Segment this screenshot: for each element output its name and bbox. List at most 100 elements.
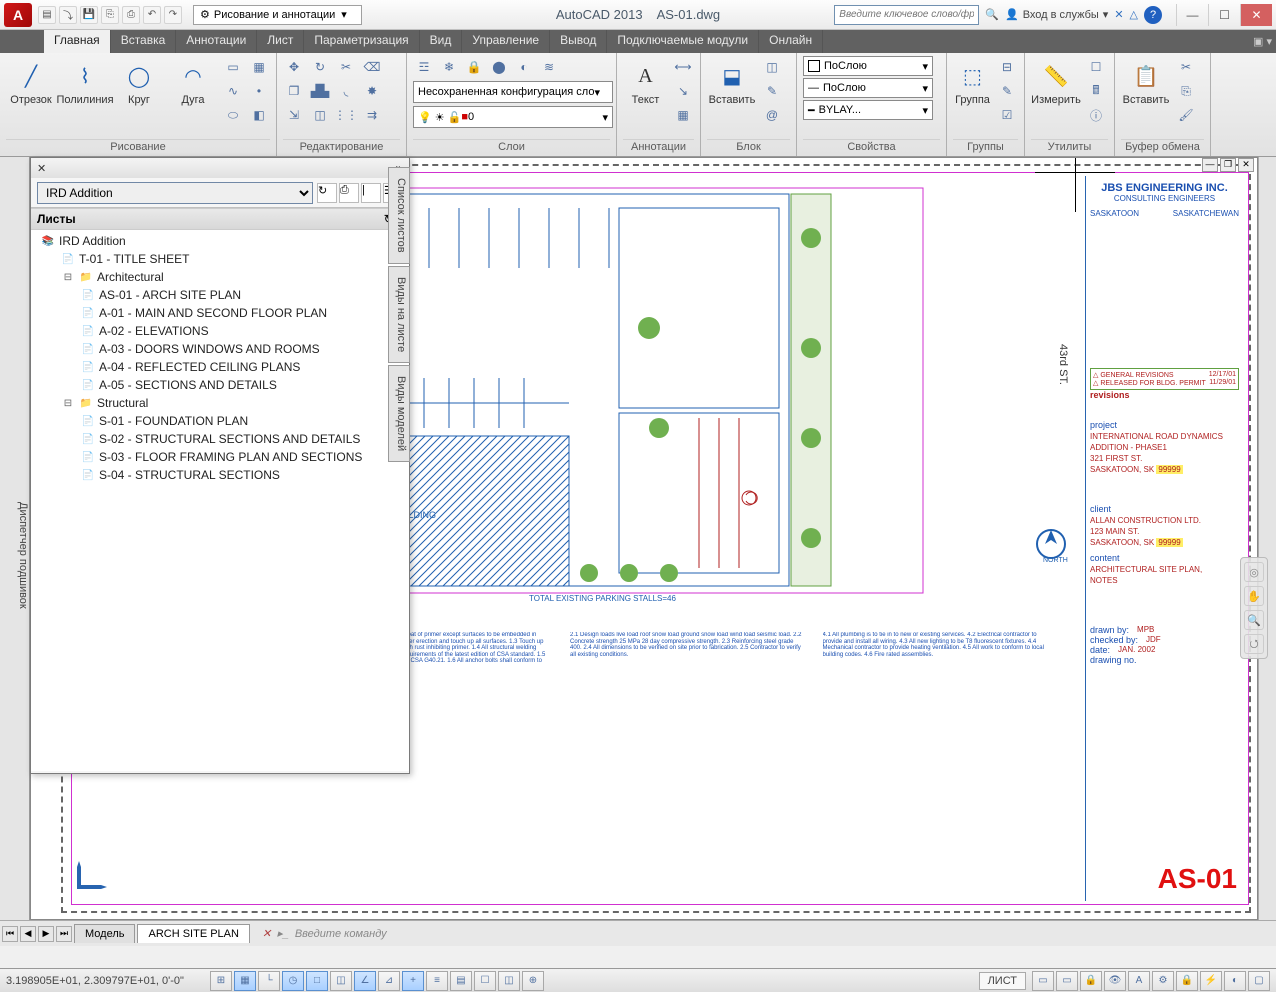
dim-icon[interactable]: ⟷ [672, 56, 694, 78]
stretch-icon[interactable]: ⇲ [283, 104, 305, 126]
select-icon[interactable]: ☐ [1085, 56, 1107, 78]
paste-button[interactable]: 📋Вставить [1121, 56, 1171, 106]
publish-icon[interactable]: ⎙ [339, 183, 359, 203]
tab-output[interactable]: Вывод [550, 30, 607, 53]
lwt-icon[interactable]: ≡ [426, 971, 448, 991]
fillet-icon[interactable]: ◟ [335, 80, 357, 102]
doc-restore-icon[interactable]: ❐ [1220, 158, 1236, 172]
infocenter-search-icon[interactable]: 🔍 [985, 8, 999, 21]
ungroup-icon[interactable]: ⊟ [996, 56, 1018, 78]
zoom-extents-icon[interactable]: 🔍 [1244, 610, 1264, 630]
group-title-utils[interactable]: Утилиты [1031, 139, 1108, 156]
coords-readout[interactable]: 3.198905E+01, 2.309797E+01, 0'-0" [6, 975, 206, 987]
layer-off-icon[interactable]: ⬤ [488, 56, 510, 78]
window-close-button[interactable]: ✕ [1240, 4, 1272, 26]
leader-icon[interactable]: ↘ [672, 80, 694, 102]
group-title-groups[interactable]: Группы [953, 139, 1018, 156]
tab-layout[interactable]: Лист [257, 30, 304, 53]
tree-s04[interactable]: 📄S-04 - STRUCTURAL SECTIONS [33, 466, 407, 484]
tree-s02[interactable]: 📄S-02 - STRUCTURAL SECTIONS AND DETAILS [33, 430, 407, 448]
signin-button[interactable]: 👤 Вход в службы ▾ [1005, 8, 1108, 21]
explode-icon[interactable]: ✸ [361, 80, 383, 102]
layer-state-dropdown[interactable]: Несохраненная конфигурация сло ▾ [413, 81, 613, 103]
quickview-layouts-icon[interactable]: ▭ [1032, 971, 1054, 991]
tab-plugins[interactable]: Подключаемые модули [607, 30, 759, 53]
toolbar-lock-icon[interactable]: 🔒 [1176, 971, 1198, 991]
id-icon[interactable]: ⓘ [1085, 104, 1107, 126]
line-button[interactable]: ╱Отрезок [6, 56, 56, 106]
layer-props-icon[interactable]: ☲ [413, 56, 435, 78]
exchange-icon[interactable]: ✕ [1114, 8, 1123, 21]
cmd-close-icon[interactable]: ✕ [262, 927, 271, 940]
layer-current-dropdown[interactable]: 💡 ☀ 🔓 ■ 0 ▾ [413, 106, 613, 128]
tab-first-icon[interactable]: ⏮ [2, 926, 18, 942]
group-sel-icon[interactable]: ☑ [996, 104, 1018, 126]
lineweight-dropdown[interactable]: — ПоСлою▾ [803, 78, 933, 98]
create-block-icon[interactable]: ◫ [761, 56, 783, 78]
attr-icon[interactable]: @ [761, 104, 783, 126]
tree-as01[interactable]: 📄AS-01 - ARCH SITE PLAN [33, 286, 407, 304]
group-title-annot[interactable]: Аннотации [623, 139, 694, 156]
text-button[interactable]: AТекст [623, 56, 668, 106]
point-icon[interactable]: • [248, 80, 270, 102]
rect-icon[interactable]: ▭ [222, 56, 244, 78]
osnap-icon[interactable]: □ [306, 971, 328, 991]
layer-freeze-icon[interactable]: ❄ [438, 56, 460, 78]
paper-model-toggle[interactable]: ЛИСТ [979, 972, 1026, 990]
ribbon-expand-icon[interactable]: ▣ ▾ [1253, 35, 1272, 48]
group-title-props[interactable]: Свойства [803, 139, 940, 156]
tree-a03[interactable]: 📄A-03 - DOORS WINDOWS AND ROOMS [33, 340, 407, 358]
qp-icon[interactable]: ☐ [474, 971, 496, 991]
steering-wheel-icon[interactable]: ◎ [1244, 562, 1264, 582]
ducs-icon[interactable]: ⊿ [378, 971, 400, 991]
tab-next-icon[interactable]: ▶ [38, 926, 54, 942]
app-menu-button[interactable]: A [4, 3, 32, 27]
tree-s01[interactable]: 📄S-01 - FOUNDATION PLAN [33, 412, 407, 430]
qat-undo-icon[interactable]: ↶ [143, 6, 161, 24]
infocenter-search-input[interactable] [834, 5, 979, 25]
window-minimize-button[interactable]: — [1176, 4, 1208, 26]
group-title-block[interactable]: Блок [707, 139, 790, 156]
autodesk360-icon[interactable]: △ [1130, 8, 1138, 21]
offset-icon[interactable]: ⇉ [361, 104, 383, 126]
polyline-button[interactable]: ⌇Полилиния [60, 56, 110, 106]
group-button[interactable]: ⬚Группа [953, 56, 992, 106]
sc-icon[interactable]: ◫ [498, 971, 520, 991]
vtab-sheet-list[interactable]: Список листов [388, 167, 410, 264]
tab-last-icon[interactable]: ⏭ [56, 926, 72, 942]
tab-view[interactable]: Вид [420, 30, 463, 53]
rotate-icon[interactable]: ↻ [309, 56, 331, 78]
qat-saveas-icon[interactable]: ⎘ [101, 6, 119, 24]
trim-icon[interactable]: ✂ [335, 56, 357, 78]
tree-a05[interactable]: 📄A-05 - SECTIONS AND DETAILS [33, 376, 407, 394]
circle-button[interactable]: ◯Круг [114, 56, 164, 106]
ellipse-icon[interactable]: ⬭ [222, 104, 244, 126]
qat-save-icon[interactable]: 💾 [80, 6, 98, 24]
tab-model[interactable]: Модель [74, 924, 135, 943]
hardware-icon[interactable]: ⚡ [1200, 971, 1222, 991]
group-title-layers[interactable]: Слои [413, 139, 610, 156]
palette-section-sheets[interactable]: Листы ↻ ▾ [31, 208, 409, 230]
tree-root[interactable]: 📚IRD Addition [33, 232, 407, 250]
arc-button[interactable]: ◠Дуга [168, 56, 218, 106]
linetype-dropdown[interactable]: ━ BYLAY...▾ [803, 100, 933, 120]
dyn-icon[interactable]: + [402, 971, 424, 991]
match-icon[interactable]: 🖌 [1175, 104, 1197, 126]
help-icon[interactable]: ? [1144, 6, 1162, 24]
tree-a02[interactable]: 📄A-02 - ELEVATIONS [33, 322, 407, 340]
vertical-scrollbar[interactable] [1258, 157, 1276, 920]
annovis-icon[interactable]: 👁 [1104, 971, 1126, 991]
tab-layout1[interactable]: ARCH SITE PLAN [137, 924, 249, 943]
ws-icon[interactable]: ⚙ [1152, 971, 1174, 991]
refresh-icon[interactable]: ↻ [317, 183, 337, 203]
copy-clip-icon[interactable]: ⎘ [1175, 80, 1197, 102]
erase-icon[interactable]: ⌫ [361, 56, 383, 78]
hatch-icon[interactable]: ▦ [248, 56, 270, 78]
tree-struct[interactable]: ⊟📁Structural [33, 394, 407, 412]
vtab-model-views[interactable]: Виды моделей [388, 365, 410, 462]
window-maximize-button[interactable]: ☐ [1208, 4, 1240, 26]
qat-open-icon[interactable]: ⤵ [59, 6, 77, 24]
qat-plot-icon[interactable]: ⎙ [122, 6, 140, 24]
cut-icon[interactable]: ✂ [1175, 56, 1197, 78]
tree-t01[interactable]: 📄T-01 - TITLE SHEET [33, 250, 407, 268]
